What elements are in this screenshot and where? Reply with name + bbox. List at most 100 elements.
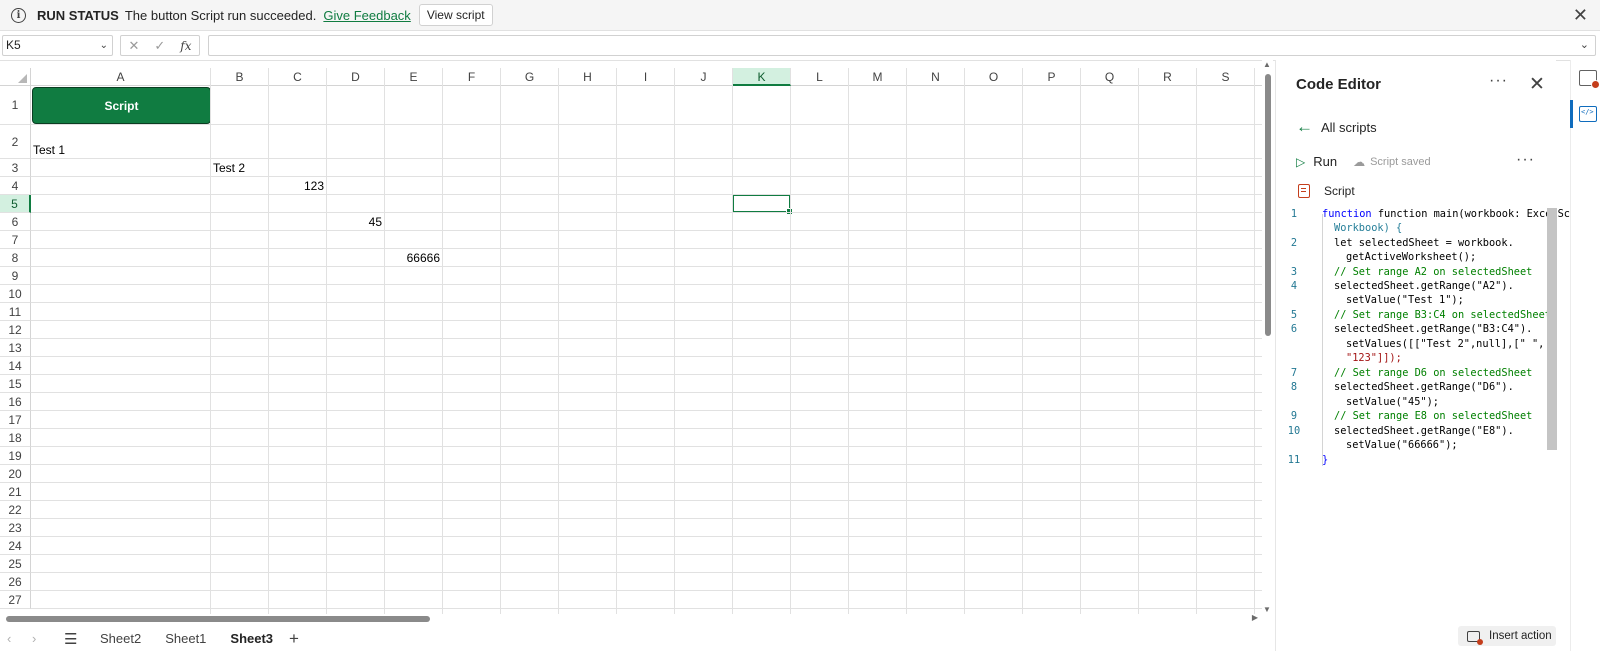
code-comment[interactable]: // Set range D6 on selectedSheet: [1334, 367, 1532, 379]
row-header-16[interactable]: 16: [0, 393, 31, 411]
code-scrollbar[interactable]: [1547, 208, 1557, 450]
row-header-26[interactable]: 26: [0, 573, 31, 591]
close-panel-icon[interactable]: ✕: [1529, 73, 1545, 96]
row-header-7[interactable]: 7: [0, 231, 31, 249]
scroll-right-icon[interactable]: ▶: [1252, 613, 1258, 622]
row-header-6[interactable]: 6: [0, 213, 31, 231]
column-header-h[interactable]: H: [559, 68, 617, 86]
row-header-11[interactable]: 11: [0, 303, 31, 321]
toolbar-more-icon[interactable]: ···: [1516, 151, 1535, 169]
insert-function-icon[interactable]: fx: [180, 39, 191, 53]
select-all-corner[interactable]: [0, 68, 31, 86]
column-header-k[interactable]: K: [733, 68, 791, 86]
column-header-q[interactable]: Q: [1081, 68, 1139, 86]
all-scripts-back[interactable]: ← All scripts: [1296, 117, 1377, 137]
column-header-p[interactable]: P: [1023, 68, 1081, 86]
horizontal-scrollbar[interactable]: ▶: [0, 613, 1262, 625]
row-header-19[interactable]: 19: [0, 447, 31, 465]
code-comment[interactable]: // Set range E8 on selectedSheet: [1334, 410, 1532, 422]
code-comment[interactable]: // Set range B3:C4 on selectedSheet: [1334, 309, 1551, 321]
column-header-o[interactable]: O: [965, 68, 1023, 86]
check-icon[interactable]: ✓: [154, 38, 165, 54]
row-header-20[interactable]: 20: [0, 465, 31, 483]
insert-action-button[interactable]: Insert action: [1458, 626, 1556, 646]
sheet-tab-sheet1[interactable]: Sheet1: [159, 631, 212, 646]
column-header-g[interactable]: G: [501, 68, 559, 86]
column-header-b[interactable]: B: [211, 68, 269, 86]
scripts-pane-icon[interactable]: [1579, 70, 1600, 89]
column-header-j[interactable]: J: [675, 68, 733, 86]
previous-sheet-icon[interactable]: ‹: [7, 631, 25, 646]
row-header-25[interactable]: 25: [0, 555, 31, 573]
cells-area[interactable]: Script Test 1 Test 2 123 45 66666: [31, 86, 1262, 614]
row-header-9[interactable]: 9: [0, 267, 31, 285]
code-text[interactable]: selectedSheet.getRange("B3:C4").: [1334, 323, 1532, 335]
run-button[interactable]: ▷ Run: [1296, 154, 1337, 169]
sheet-tab-sheet2[interactable]: Sheet2: [94, 631, 147, 646]
scroll-up-icon[interactable]: ▲: [1263, 60, 1271, 69]
code-text[interactable]: function function main(workbook: ExcelSc…: [1322, 208, 1600, 220]
horizontal-scroll-thumb[interactable]: [6, 616, 430, 622]
cell-c4[interactable]: 123: [269, 179, 324, 193]
column-header-l[interactable]: L: [791, 68, 849, 86]
add-sheet-icon[interactable]: +: [289, 629, 299, 649]
code-text[interactable]: setValue("66666");: [1346, 439, 1458, 451]
all-sheets-menu-icon[interactable]: ☰: [64, 630, 82, 648]
column-header-d[interactable]: D: [327, 68, 385, 86]
row-header-3[interactable]: 3: [0, 159, 31, 177]
vertical-scrollbar[interactable]: ▲ ▼: [1262, 60, 1273, 614]
view-script-button[interactable]: View script: [418, 4, 493, 26]
next-sheet-icon[interactable]: ›: [32, 631, 50, 646]
code-text[interactable]: setValue("45");: [1346, 396, 1439, 408]
code-text[interactable]: "123"]]);: [1346, 352, 1402, 364]
code-text[interactable]: setValues([["Test 2",null],[" ",: [1346, 338, 1544, 350]
worksheet-grid[interactable]: ABCDEFGHIJKLMNOPQRS 1 2 3 4 5 6 7 8 9 10 11 12 13 14 1…: [0, 68, 1262, 614]
column-header-f[interactable]: F: [443, 68, 501, 86]
code-text[interactable]: selectedSheet.getRange("E8").: [1334, 425, 1514, 437]
code-editor-icon[interactable]: [1579, 106, 1597, 122]
row-header-1[interactable]: 1: [0, 86, 31, 125]
code-area[interactable]: 1 function function main(workbook: Excel…: [1276, 206, 1600, 491]
row-header-17[interactable]: 17: [0, 411, 31, 429]
code-text[interactable]: setValue("Test 1");: [1346, 294, 1464, 306]
row-header-13[interactable]: 13: [0, 339, 31, 357]
sheet-tab-sheet3[interactable]: Sheet3: [224, 631, 279, 646]
code-text[interactable]: }: [1322, 454, 1328, 466]
chevron-down-icon[interactable]: ⌄: [100, 36, 108, 55]
column-header-s[interactable]: S: [1197, 68, 1255, 86]
row-header-23[interactable]: 23: [0, 519, 31, 537]
cancel-icon[interactable]: ✕: [128, 38, 139, 54]
row-header-12[interactable]: 12: [0, 321, 31, 339]
formula-input[interactable]: ⌄: [208, 35, 1596, 56]
more-options-icon[interactable]: ···: [1489, 72, 1508, 90]
code-text[interactable]: let selectedSheet = workbook.: [1334, 237, 1514, 249]
scroll-down-icon[interactable]: ▼: [1263, 605, 1271, 614]
row-header-24[interactable]: 24: [0, 537, 31, 555]
row-header-8[interactable]: 8: [0, 249, 31, 267]
cell-d6[interactable]: 45: [327, 215, 382, 229]
give-feedback-link[interactable]: Give Feedback: [323, 8, 410, 23]
column-header-r[interactable]: R: [1139, 68, 1197, 86]
name-box[interactable]: K5 ⌄: [2, 35, 113, 56]
cell-e8[interactable]: 66666: [385, 251, 440, 265]
expand-formula-icon[interactable]: ⌄: [1580, 38, 1589, 51]
code-text[interactable]: getActiveWorksheet();: [1346, 251, 1476, 263]
close-icon[interactable]: ✕: [1573, 6, 1588, 24]
column-header-a[interactable]: A: [31, 68, 211, 86]
column-header-n[interactable]: N: [907, 68, 965, 86]
row-header-4[interactable]: 4: [0, 177, 31, 195]
vertical-scroll-thumb[interactable]: [1265, 74, 1271, 336]
row-header-18[interactable]: 18: [0, 429, 31, 447]
back-arrow-icon[interactable]: ←: [1296, 117, 1313, 137]
active-cell-k5[interactable]: [732, 194, 793, 215]
column-header-m[interactable]: M: [849, 68, 907, 86]
script-run-button[interactable]: Script: [32, 87, 211, 124]
column-header-e[interactable]: E: [385, 68, 443, 86]
row-header-5[interactable]: 5: [0, 195, 31, 213]
row-header-2[interactable]: 2: [0, 125, 31, 159]
column-header-i[interactable]: I: [617, 68, 675, 86]
row-header-15[interactable]: 15: [0, 375, 31, 393]
column-header-c[interactable]: C: [269, 68, 327, 86]
cell-a2[interactable]: Test 1: [33, 143, 65, 157]
code-text[interactable]: Workbook) {: [1334, 222, 1402, 234]
